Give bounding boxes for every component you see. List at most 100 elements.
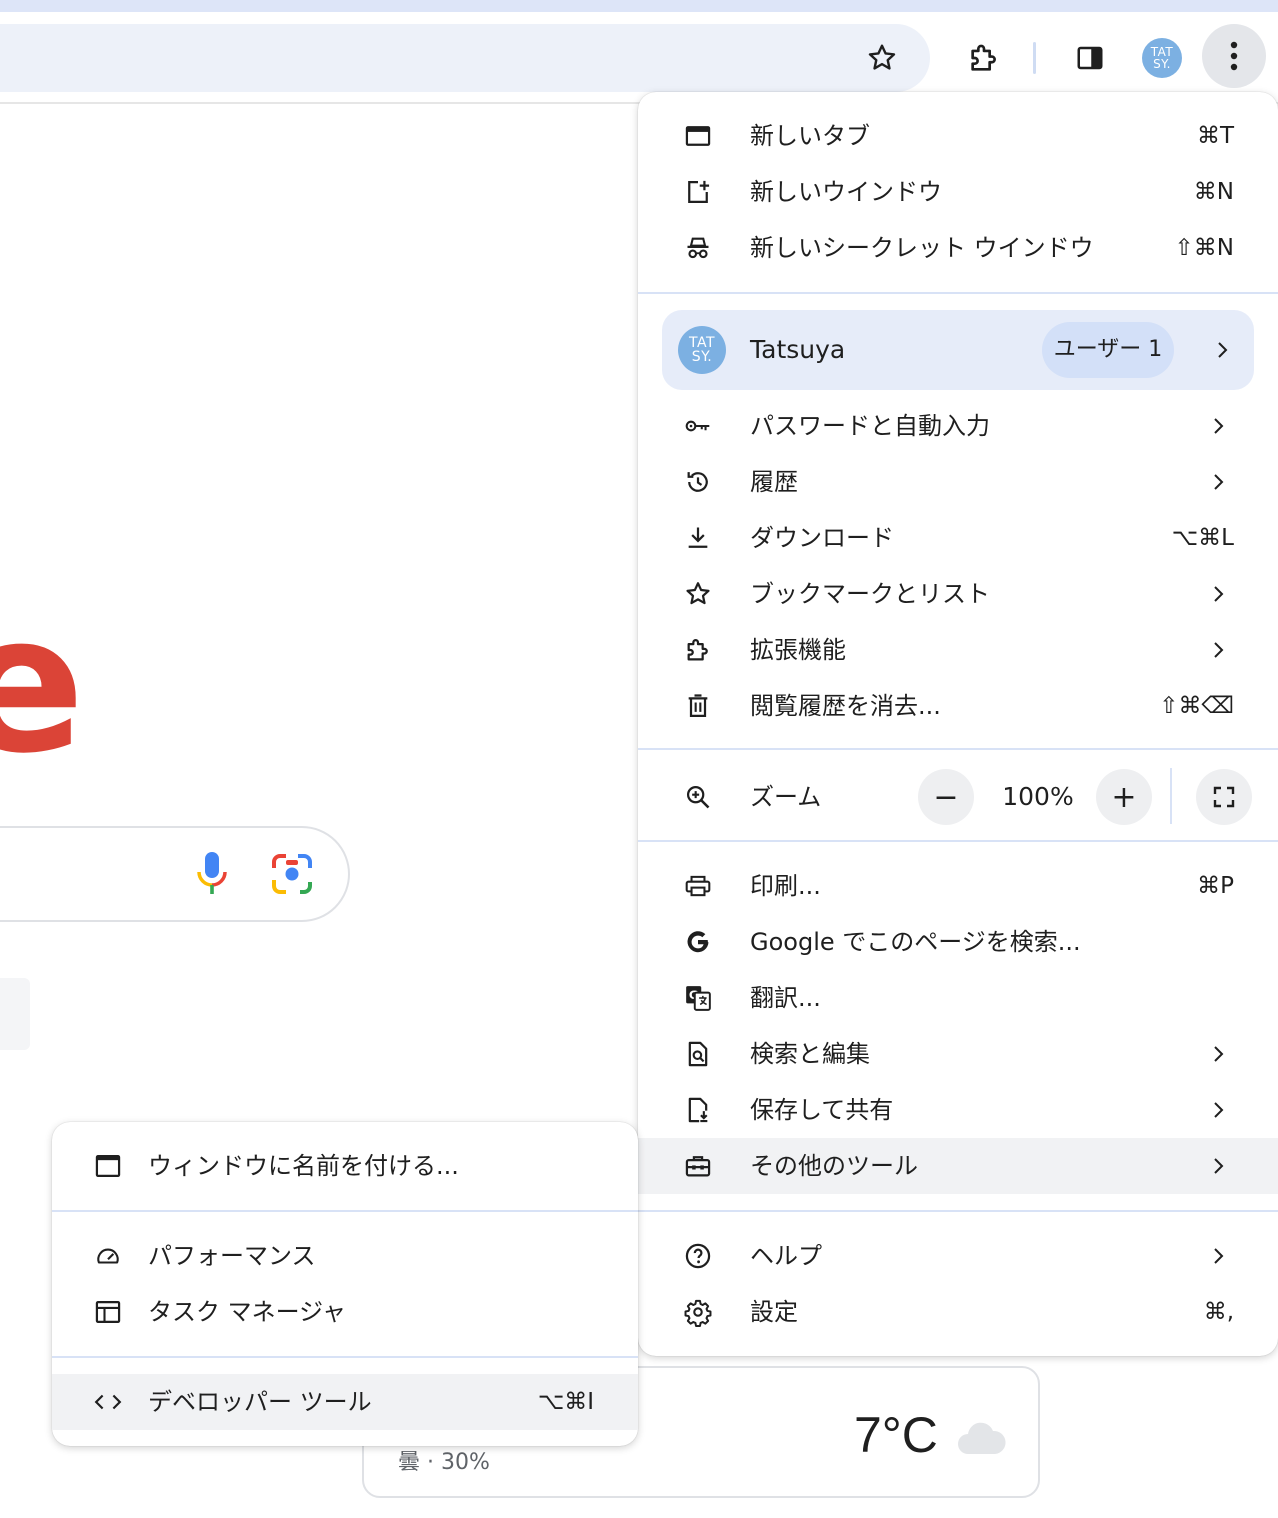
extensions-icon <box>684 636 712 664</box>
toolbar-separator <box>1033 42 1036 74</box>
menu-divider <box>638 840 1278 842</box>
submenu-item-name-window[interactable]: ウィンドウに名前を付ける... <box>52 1138 638 1194</box>
submenu-shortcut: ⌥⌘I <box>537 1389 594 1415</box>
task-manager-icon <box>94 1298 122 1326</box>
submenu-label: デベロッパー ツール <box>148 1388 372 1416</box>
menu-shortcut: ⌘, <box>1203 1299 1234 1325</box>
submenu-item-devtools[interactable]: デベロッパー ツール ⌥⌘I <box>52 1374 638 1430</box>
menu-divider <box>638 748 1278 750</box>
profile-avatar: TAT SY. <box>678 326 726 374</box>
avatar-initials: TAT SY. <box>1142 38 1182 78</box>
print-icon <box>684 872 712 900</box>
speedometer-icon <box>94 1242 122 1270</box>
address-bar[interactable] <box>0 24 930 92</box>
menu-item-bookmarks[interactable]: ブックマークとリスト <box>638 566 1278 622</box>
menu-zoom-row: ズーム − 100% + <box>638 762 1278 832</box>
menu-label: 検索と編集 <box>750 1040 870 1068</box>
tab-strip <box>0 0 1278 12</box>
chevron-right-icon <box>1208 1156 1228 1176</box>
profile-avatar[interactable]: TAT SY. <box>1136 32 1188 84</box>
menu-label: 保存して共有 <box>750 1096 894 1124</box>
translate-icon: G <box>684 984 712 1012</box>
chevron-right-icon <box>1208 416 1228 436</box>
extensions-icon[interactable] <box>958 32 1010 84</box>
weather-temperature: 7°C <box>854 1407 938 1463</box>
menu-item-history[interactable]: 履歴 <box>638 454 1278 510</box>
menu-item-new-window[interactable]: 新しいウインドウ ⌘N <box>638 164 1278 220</box>
menu-item-print[interactable]: 印刷... ⌘P <box>638 858 1278 914</box>
profile-badge: ユーザー 1 <box>1042 322 1174 378</box>
menu-label: その他のツール <box>750 1152 918 1180</box>
menu-item-more-tools[interactable]: その他のツール <box>638 1138 1278 1194</box>
zoom-label: ズーム <box>750 783 822 811</box>
menu-shortcut: ⌥⌘L <box>1171 525 1234 551</box>
menu-divider <box>638 1210 1278 1212</box>
chevron-right-icon <box>1208 472 1228 492</box>
zoom-separator <box>1170 768 1172 824</box>
chevron-right-icon <box>1212 340 1232 360</box>
submenu-label: パフォーマンス <box>148 1242 316 1270</box>
more-vert-icon[interactable] <box>1202 24 1266 88</box>
menu-divider <box>638 292 1278 294</box>
google-logo-fragment: e <box>0 574 85 795</box>
menu-item-extensions[interactable]: 拡張機能 <box>638 622 1278 678</box>
submenu-item-task-manager[interactable]: タスク マネージャ <box>52 1284 638 1340</box>
menu-profile-row[interactable]: TAT SY. Tatsuya ユーザー 1 <box>662 310 1254 390</box>
lens-search-icon[interactable] <box>270 852 314 896</box>
menu-label: 閲覧履歴を消去... <box>750 692 941 720</box>
menu-item-help[interactable]: ヘルプ <box>638 1228 1278 1284</box>
profile-name: Tatsuya <box>750 335 846 364</box>
toolbox-icon <box>684 1152 712 1180</box>
menu-label: 設定 <box>750 1298 798 1326</box>
menu-item-new-tab[interactable]: 新しいタブ ⌘T <box>638 108 1278 164</box>
side-panel-icon[interactable] <box>1064 32 1116 84</box>
menu-shortcut: ⇧⌘N <box>1174 235 1234 261</box>
menu-label: 新しいタブ <box>750 122 870 150</box>
bookmark-star-icon[interactable] <box>856 32 908 84</box>
code-icon <box>94 1388 122 1416</box>
cloud-icon <box>954 1418 1008 1458</box>
more-tools-submenu: ウィンドウに名前を付ける... パフォーマンス タスク マネージャ デベロッパー… <box>52 1122 638 1446</box>
menu-item-downloads[interactable]: ダウンロード ⌥⌘L <box>638 510 1278 566</box>
zoom-value: 100% <box>1002 782 1074 811</box>
chevron-right-icon <box>1208 1246 1228 1266</box>
menu-label: 拡張機能 <box>750 636 846 664</box>
weather-description: 曇 · 30% <box>398 1450 490 1475</box>
submenu-divider <box>52 1210 638 1212</box>
help-icon <box>684 1242 712 1270</box>
chevron-right-icon <box>1208 584 1228 604</box>
google-g-icon <box>684 928 712 956</box>
menu-item-new-incognito[interactable]: 新しいシークレット ウインドウ ⇧⌘N <box>638 220 1278 276</box>
voice-search-icon[interactable] <box>192 850 232 896</box>
save-share-icon <box>684 1096 712 1124</box>
key-icon <box>684 412 712 440</box>
zoom-out-button[interactable]: − <box>918 769 974 825</box>
submenu-label: ウィンドウに名前を付ける... <box>148 1152 459 1180</box>
submenu-divider <box>52 1356 638 1358</box>
menu-label: 印刷... <box>750 872 821 900</box>
menu-label: ヘルプ <box>750 1242 822 1270</box>
menu-item-clear-data[interactable]: 閲覧履歴を消去... ⇧⌘⌫ <box>638 678 1278 734</box>
shortcut-tile[interactable] <box>0 978 30 1050</box>
menu-shortcut: ⌘N <box>1193 179 1234 205</box>
incognito-icon <box>684 234 712 262</box>
menu-label: 翻訳... <box>750 984 821 1012</box>
trash-icon <box>684 692 712 720</box>
fullscreen-button[interactable] <box>1196 769 1252 825</box>
zoom-in-button[interactable]: + <box>1096 769 1152 825</box>
menu-item-find-edit[interactable]: 検索と編集 <box>638 1026 1278 1082</box>
menu-label: 履歴 <box>750 468 798 496</box>
menu-item-save-share[interactable]: 保存して共有 <box>638 1082 1278 1138</box>
chrome-main-menu: 新しいタブ ⌘T 新しいウインドウ ⌘N 新しいシークレット ウインドウ ⇧⌘N… <box>638 92 1278 1356</box>
menu-item-passwords[interactable]: パスワードと自動入力 <box>638 398 1278 454</box>
chevron-right-icon <box>1208 640 1228 660</box>
menu-label: 新しいシークレット ウインドウ <box>750 234 1094 262</box>
menu-item-google-search[interactable]: Google でこのページを検索... <box>638 914 1278 970</box>
menu-item-translate[interactable]: G 翻訳... <box>638 970 1278 1026</box>
new-window-icon <box>684 178 712 206</box>
fullscreen-icon <box>1213 786 1235 808</box>
menu-item-settings[interactable]: 設定 ⌘, <box>638 1284 1278 1340</box>
menu-shortcut: ⌘T <box>1196 123 1234 149</box>
submenu-item-performance[interactable]: パフォーマンス <box>52 1228 638 1284</box>
chevron-right-icon <box>1208 1044 1228 1064</box>
